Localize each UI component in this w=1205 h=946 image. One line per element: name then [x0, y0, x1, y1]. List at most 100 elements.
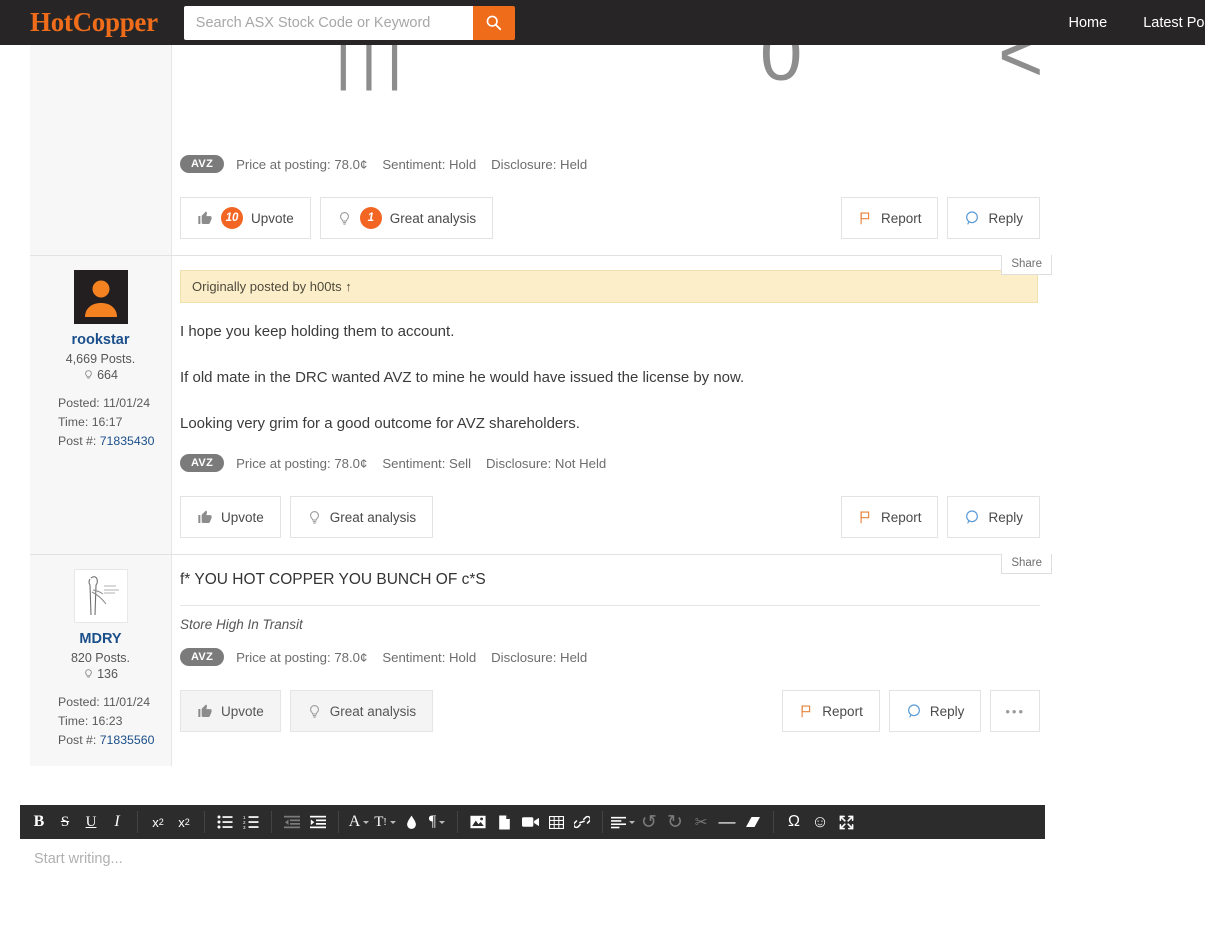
search-button[interactable]: [472, 5, 515, 40]
ticker-badge[interactable]: AVZ: [180, 454, 225, 472]
numbered-list-icon[interactable]: 1 2 3: [238, 808, 264, 836]
post-number-value[interactable]: 71835430: [100, 434, 155, 448]
horizontal-rule-icon[interactable]: —: [714, 808, 740, 836]
fullscreen-icon[interactable]: [833, 808, 859, 836]
clear-formatting-icon[interactable]: [740, 808, 766, 836]
post-number-value[interactable]: 71835560: [100, 733, 155, 747]
glyph-chevron: <: [998, 45, 1040, 98]
toolbar-separator: [137, 811, 138, 833]
toolbar-separator: [773, 811, 774, 833]
site-header: HotCopper Home Latest Posts: [0, 0, 1205, 45]
special-character-icon[interactable]: Ω: [781, 808, 807, 836]
thumbs-up-icon: [197, 210, 213, 226]
share-button[interactable]: Share: [1001, 554, 1052, 574]
toolbar-separator: [338, 811, 339, 833]
avatar[interactable]: [73, 569, 128, 623]
paragraph-format-icon[interactable]: ¶: [424, 808, 450, 836]
glyph-circle: 0: [760, 45, 803, 97]
post-paragraph: If old mate in the DRC wanted AVZ to min…: [180, 369, 745, 386]
great-analysis-button[interactable]: Great analysis: [289, 496, 434, 538]
report-button[interactable]: Report: [840, 197, 939, 239]
quote-block[interactable]: Originally posted by h00ts ↑: [180, 270, 1038, 303]
nav-item-home[interactable]: Home: [1051, 15, 1126, 31]
flag-icon: [799, 703, 814, 719]
price-at-posting: Price at posting: 78.0¢: [236, 649, 368, 665]
post-number-label: Post #:: [58, 434, 97, 448]
insert-link-icon[interactable]: [569, 808, 595, 836]
insert-file-icon[interactable]: [491, 808, 517, 836]
signature-divider: [180, 605, 1040, 606]
strikethrough-icon[interactable]: S: [52, 808, 78, 836]
insert-image-icon[interactable]: [465, 808, 491, 836]
page-body: ||| 0 < AVZ Price at posting: 78.0¢ Sent…: [0, 45, 1205, 946]
flag-icon: [858, 210, 873, 226]
cut-off-glyph-strip: ||| 0 <: [180, 45, 1040, 155]
disclosure: Disclosure: Held: [491, 649, 588, 665]
reply-button[interactable]: Reply: [947, 496, 1040, 538]
upvote-count: 10: [221, 207, 243, 229]
upvote-button[interactable]: Upvote: [180, 496, 281, 538]
reply-button[interactable]: Reply: [947, 197, 1040, 239]
lightbulb-icon: [307, 509, 322, 526]
subscript-icon[interactable]: x2: [171, 808, 197, 836]
outdent-icon[interactable]: [279, 808, 305, 836]
more-options-button[interactable]: •••: [990, 690, 1040, 732]
indent-icon[interactable]: [305, 808, 331, 836]
post-actions: Upvote Great analysis: [180, 680, 1040, 748]
great-analysis-button[interactable]: 1 Great analysis: [319, 197, 494, 239]
report-label: Report: [822, 703, 863, 719]
reply-textarea[interactable]: Start writing...: [20, 839, 1045, 946]
post-paragraph: I hope you keep holding them to account.: [180, 323, 455, 340]
great-analysis-label: Great analysis: [389, 210, 477, 226]
font-size-icon[interactable]: T!: [372, 808, 398, 836]
highlight-color-icon[interactable]: [398, 808, 424, 836]
great-analysis-button[interactable]: Great analysis: [289, 690, 434, 732]
reply-button[interactable]: Reply: [888, 690, 982, 732]
thumbs-up-icon: [197, 703, 213, 719]
italic-icon[interactable]: I: [104, 808, 130, 836]
upvote-button[interactable]: 10 Upvote: [180, 197, 311, 239]
username[interactable]: rookstar: [38, 332, 163, 348]
price-at-posting: Price at posting: 78.0¢: [236, 156, 368, 172]
great-analysis-count: 1: [359, 207, 382, 229]
stock-meta-row: AVZ Price at posting: 78.0¢ Sentiment: S…: [180, 454, 1040, 472]
avatar[interactable]: [73, 270, 128, 324]
reply-label: Reply: [988, 210, 1023, 226]
search-icon: [485, 14, 502, 31]
post-actions: 10 Upvote 1 Great analysis Report Reply: [180, 187, 1040, 255]
post-number-label: Post #:: [58, 733, 97, 747]
ticker-badge[interactable]: AVZ: [180, 155, 225, 173]
cut-icon[interactable]: ✂: [688, 808, 714, 836]
search-input[interactable]: [183, 5, 473, 40]
stock-meta-row: AVZ Price at posting: 78.0¢ Sentiment: H…: [180, 648, 1040, 666]
insert-table-icon[interactable]: [543, 808, 569, 836]
emoticon-icon[interactable]: ☺: [807, 808, 833, 836]
speech-bubble-icon: [906, 703, 922, 719]
great-analysis-label: Great analysis: [329, 703, 417, 719]
site-logo[interactable]: HotCopper: [30, 7, 158, 38]
underline-icon[interactable]: U: [78, 808, 104, 836]
upvote-button[interactable]: Upvote: [180, 690, 281, 732]
share-button[interactable]: Share: [1001, 255, 1052, 275]
post-signature: Store High In Transit: [180, 617, 303, 632]
redo-icon[interactable]: ↻: [662, 808, 688, 836]
lightbulb-icon: [307, 703, 322, 720]
insert-video-icon[interactable]: [517, 808, 543, 836]
ticker-badge[interactable]: AVZ: [180, 648, 225, 666]
nav-item-latest-posts[interactable]: Latest Posts: [1125, 15, 1205, 31]
upvote-label: Upvote: [221, 509, 264, 525]
bold-icon[interactable]: B: [26, 808, 52, 836]
post-item: MDRY 820 Posts. 136 Posted: 11/01/24 Tim…: [30, 554, 1052, 766]
font-color-icon[interactable]: A: [346, 808, 372, 836]
report-button[interactable]: Report: [782, 690, 880, 732]
reply-placeholder: Start writing...: [34, 851, 123, 867]
report-button[interactable]: Report: [840, 496, 939, 538]
bullet-list-icon[interactable]: [212, 808, 238, 836]
post-paragraph: Looking very grim for a good outcome for…: [180, 415, 580, 432]
lightbulb-icon: [83, 368, 94, 382]
post-title: f* YOU HOT COPPER YOU BUNCH OF c*S: [180, 571, 486, 588]
username[interactable]: MDRY: [38, 631, 163, 647]
align-icon[interactable]: [610, 808, 636, 836]
undo-icon[interactable]: ↺: [636, 808, 662, 836]
superscript-icon[interactable]: x2: [145, 808, 171, 836]
